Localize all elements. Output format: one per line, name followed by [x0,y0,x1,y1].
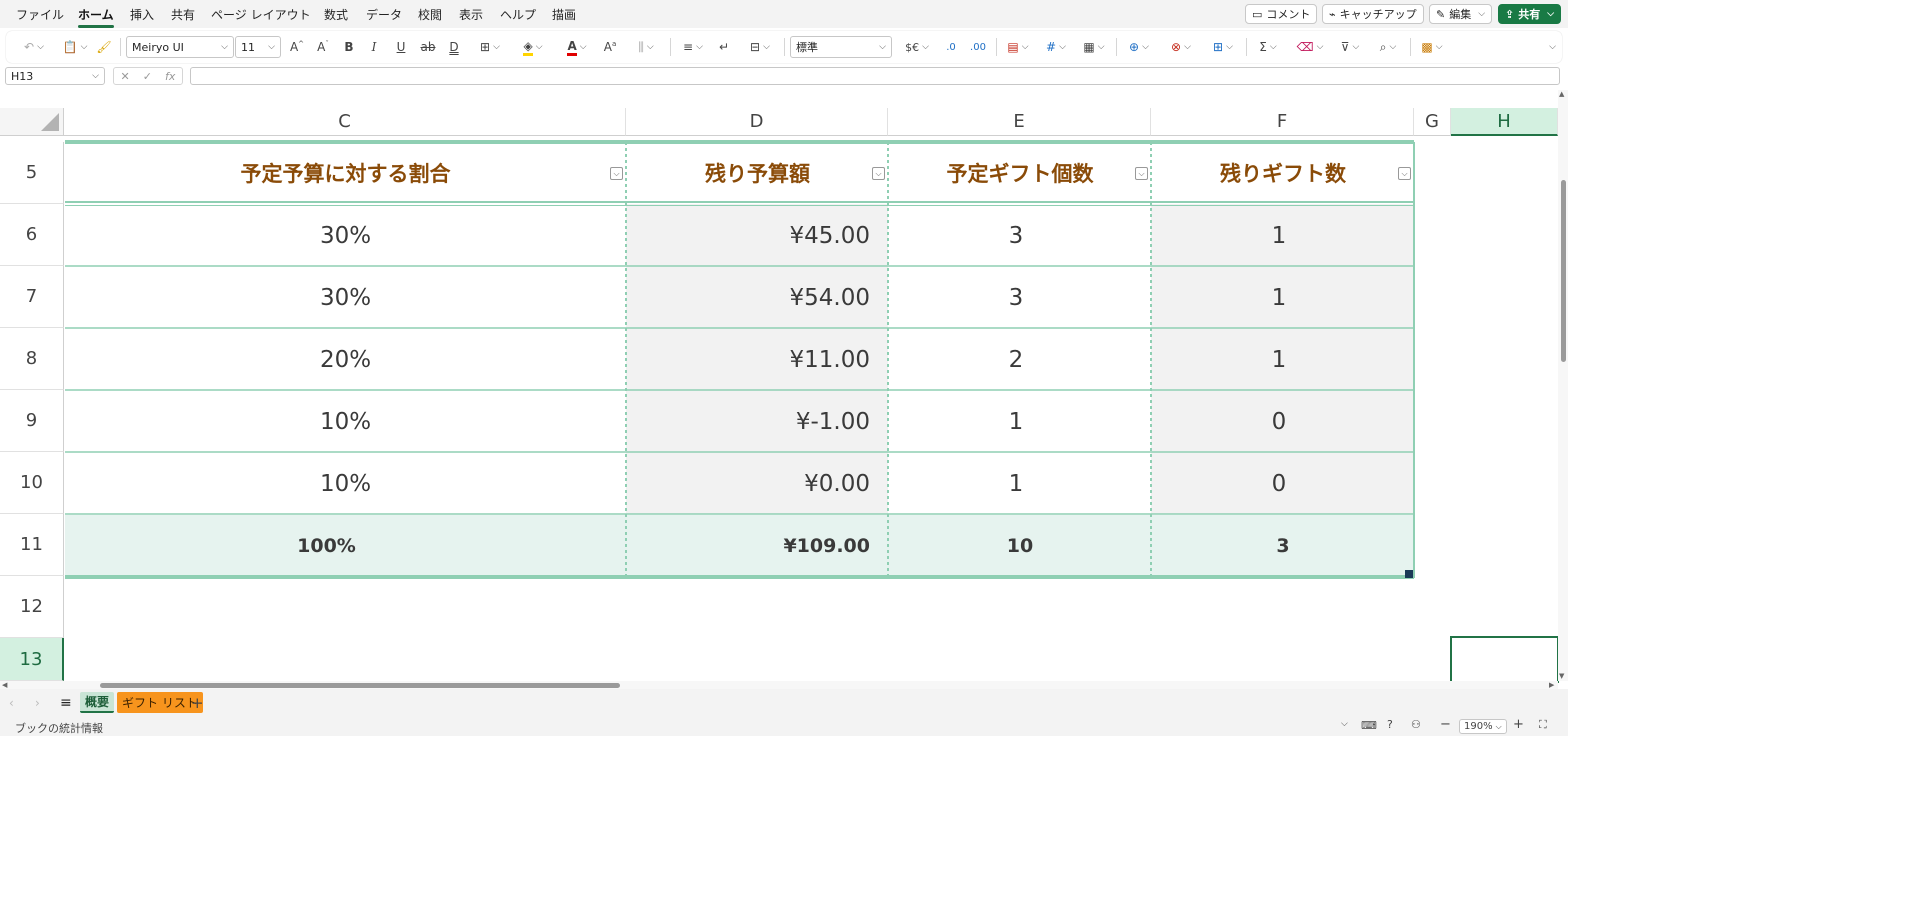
data-cell[interactable]: 1 [889,454,1143,514]
data-cell[interactable]: ¥45.00 [627,206,888,266]
add-sheet-button[interactable]: + [186,692,209,713]
data-cell[interactable]: 0 [1152,454,1406,514]
prev-sheet-button[interactable]: ‹ [4,692,19,713]
chevron-right-icon: › [35,695,40,710]
data-cell[interactable]: 3 [889,206,1143,266]
workbook-statistics[interactable]: ブックの統計情報 [15,720,103,736]
scroll-right-icon[interactable]: ▶ [1549,681,1554,689]
data-cell[interactable]: 1 [1152,268,1406,328]
fullscreen-icon[interactable]: ⛶ [1539,718,1547,732]
data-cell[interactable]: 1 [1152,206,1406,266]
hamburger-icon: ≡ [60,694,72,711]
data-cell[interactable]: 0 [1152,392,1406,452]
data-cell[interactable]: 10% [65,392,626,452]
data-cell[interactable]: 3 [889,268,1143,328]
sheet-tab-overview[interactable]: 概要 [80,692,115,713]
filter-dropdown-button[interactable]: ⌵ [1135,167,1148,180]
header-border [65,201,1414,203]
data-cell[interactable]: ¥54.00 [627,268,888,328]
help-icon[interactable]: ? [1387,718,1393,731]
data-cell[interactable]: ¥0.00 [627,454,888,514]
data-cell[interactable]: 1 [889,392,1143,452]
filter-dropdown-button[interactable]: ⌵ [872,167,885,180]
chevron-down-icon: ⌵ [613,168,620,178]
header-cell-c[interactable]: 予定予算に対する割合 [65,144,626,201]
chevron-left-icon: ‹ [9,695,14,710]
chevron-down-icon: ⌵ [1138,168,1145,178]
accessibility-icon[interactable]: ⚇ [1411,718,1421,731]
horizontal-scroll-thumb[interactable] [100,683,620,688]
sheet-tab-bar [0,689,1568,717]
zoom-level-select[interactable]: 190% ⌵ [1459,719,1507,734]
next-sheet-button[interactable]: › [30,692,45,713]
data-cell[interactable]: 30% [65,268,626,328]
all-sheets-button[interactable]: ≡ [55,692,77,713]
data-cell[interactable]: 20% [65,330,626,390]
chevron-down-icon[interactable]: ⌵ [1341,719,1348,729]
total-cell-d[interactable]: ¥109.00 [627,516,888,576]
data-cell[interactable]: ¥11.00 [627,330,888,390]
header-cell-f[interactable]: 残りギフト数 [1152,144,1414,201]
data-cell[interactable]: 10% [65,454,626,514]
scroll-up-icon[interactable]: ▲ [1559,90,1564,98]
chevron-down-icon: ⌵ [1401,168,1408,178]
chevron-down-icon: ⌵ [1495,721,1502,731]
data-cell[interactable]: 30% [65,206,626,266]
filter-dropdown-button[interactable]: ⌵ [610,167,623,180]
vertical-scroll-thumb[interactable] [1561,180,1566,362]
zoom-level-value: 190% [1464,721,1493,732]
vertical-scrollbar[interactable] [1558,90,1568,681]
data-cell[interactable]: ¥-1.00 [627,392,888,452]
zoom-out-icon[interactable]: − [1440,717,1451,732]
scroll-down-icon[interactable]: ▼ [1559,672,1564,680]
plus-icon: + [191,693,204,712]
status-bar: ブックの統計情報 ⌵ ⌨ ? ⚇ − 190% ⌵ + ⛶ [0,717,1568,736]
data-cell[interactable]: 1 [1152,330,1406,390]
active-cell-h13[interactable] [1450,636,1559,683]
header-cell-d[interactable]: 残り予算額 [627,144,888,201]
header-cell-e[interactable]: 予定ギフト個数 [889,144,1151,201]
zoom-in-icon[interactable]: + [1513,717,1524,732]
total-cell-c[interactable]: 100% [65,516,588,576]
total-cell-e[interactable]: 10 [889,516,1151,576]
scroll-left-icon[interactable]: ◀ [2,681,7,689]
data-cell[interactable]: 2 [889,330,1143,390]
chevron-down-icon: ⌵ [875,168,882,178]
total-cell-f[interactable]: 3 [1152,516,1414,576]
filter-dropdown-button[interactable]: ⌵ [1398,167,1411,180]
keyboard-icon[interactable]: ⌨ [1361,719,1377,732]
